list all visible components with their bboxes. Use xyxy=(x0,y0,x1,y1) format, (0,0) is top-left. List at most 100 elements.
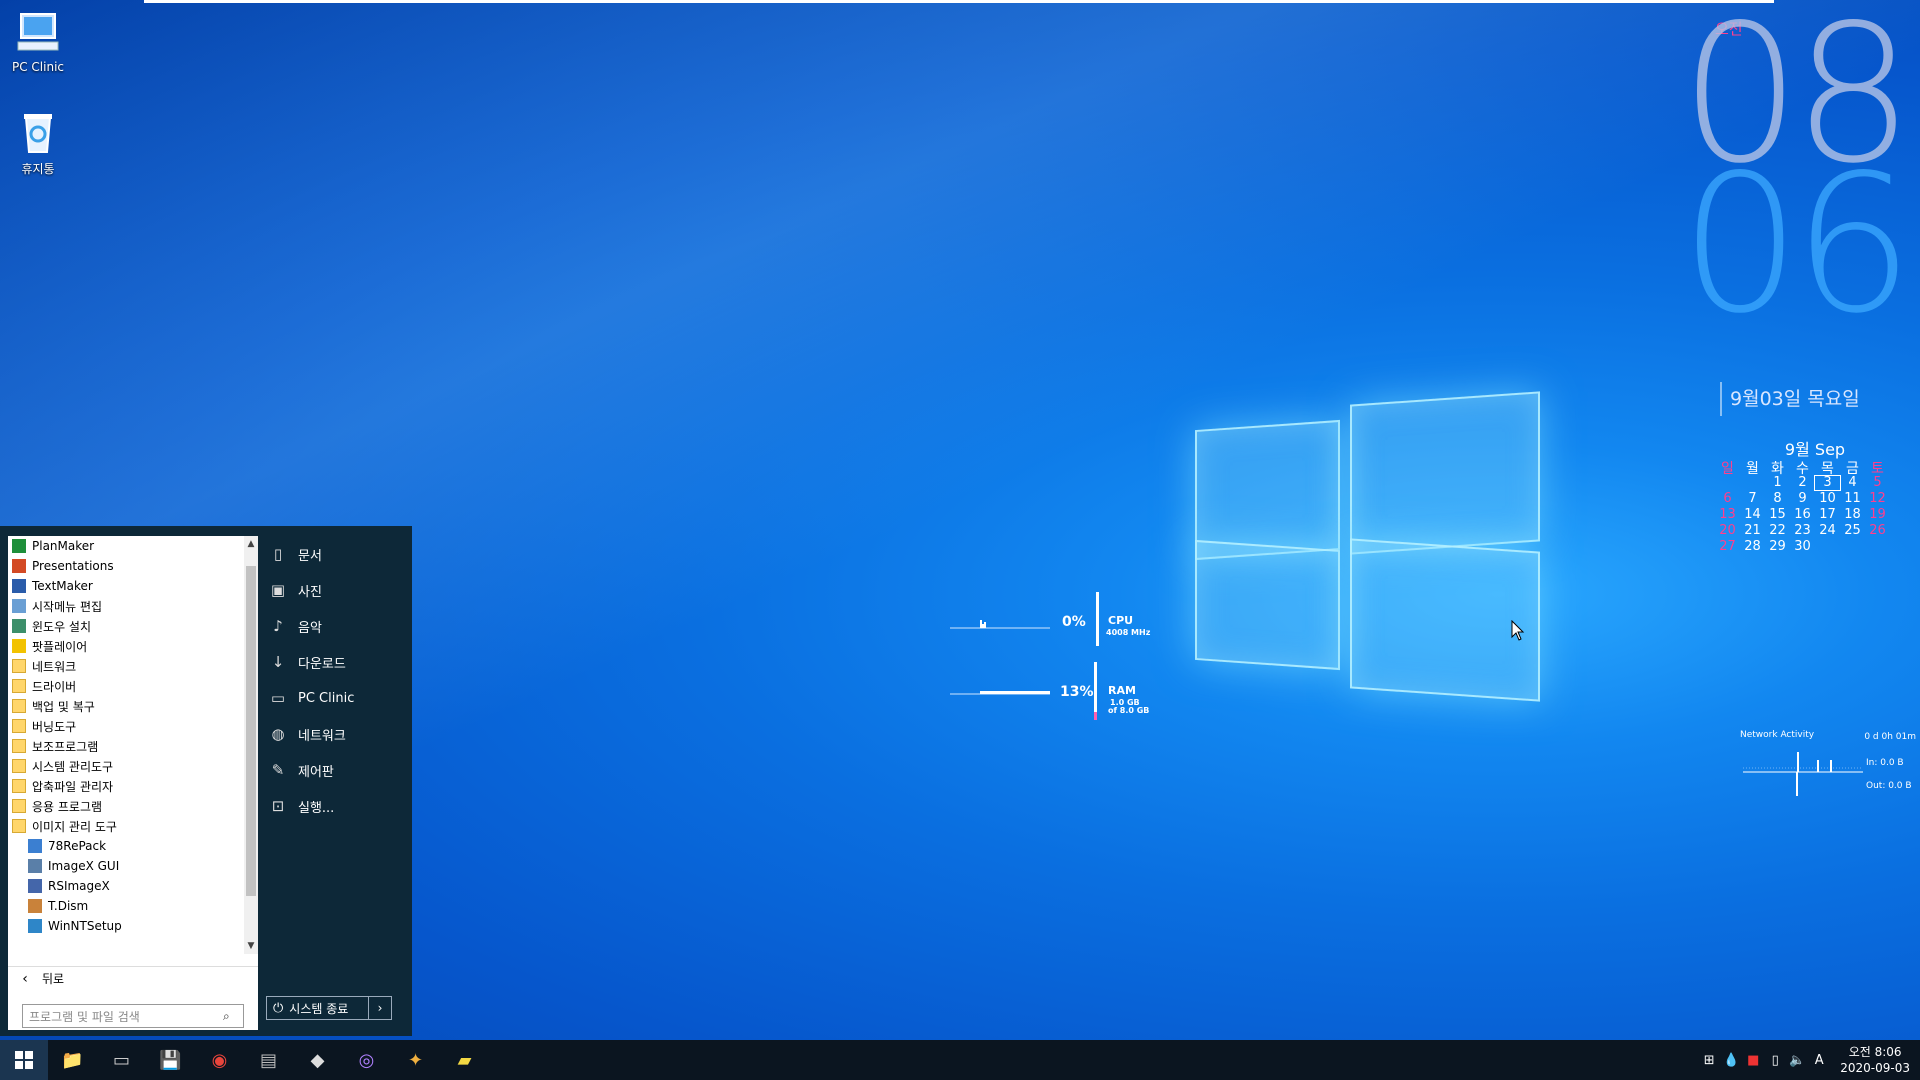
taskbar-app-button[interactable]: ◎ xyxy=(342,1040,391,1080)
calendar-day: 8 xyxy=(1773,491,1782,506)
program-item[interactable]: 78RePack xyxy=(8,836,244,856)
start-menu-link[interactable]: ↓ 다운로드 xyxy=(268,644,408,680)
taskbar-app-button[interactable]: 💾 xyxy=(146,1040,195,1080)
start-menu-link[interactable]: ♪ 음악 xyxy=(268,608,408,644)
logo-pane xyxy=(1195,539,1340,671)
start-menu-link[interactable]: ▭ PC Clinic xyxy=(268,680,408,716)
start-menu-link[interactable]: ▣ 사진 xyxy=(268,572,408,608)
network-out: Out: 0.0 B xyxy=(1866,781,1912,791)
calendar-day: 14 xyxy=(1744,507,1761,522)
calendar-day xyxy=(1815,540,1840,554)
windows-setup-icon xyxy=(12,619,26,633)
start-menu-link-label: 음악 xyxy=(298,620,322,636)
program-item[interactable]: T.Dism xyxy=(8,896,244,916)
program-item[interactable]: 시작메뉴 편집 xyxy=(8,596,244,616)
taskbar-app-button[interactable]: ◆ xyxy=(293,1040,342,1080)
start-menu-link[interactable]: ◍ 네트워크 xyxy=(268,716,408,752)
back-label: 뒤로 xyxy=(42,972,65,986)
disc-burner-icon: ◎ xyxy=(358,1049,375,1071)
rsimagex-icon xyxy=(28,879,42,893)
network-tray-icon[interactable]: ⊞ xyxy=(1698,1053,1720,1068)
scroll-down-icon[interactable]: ▼ xyxy=(244,938,258,954)
program-label: Presentations xyxy=(32,559,114,573)
chrome-icon: ◉ xyxy=(211,1049,228,1071)
calendar-day: 26 xyxy=(1869,523,1886,538)
program-item[interactable]: 응용 프로그램 xyxy=(8,796,244,816)
calendar-day: 7 xyxy=(1748,491,1757,506)
start-menu-link-label: PC Clinic xyxy=(298,690,355,706)
program-list-scrollbar[interactable]: ▲ ▼ xyxy=(244,536,258,954)
program-item[interactable]: 이미지 관리 도구 xyxy=(8,816,244,836)
calendar-weekdays: 일월화수목금토 xyxy=(1715,462,1915,476)
start-button[interactable] xyxy=(0,1040,48,1080)
shutdown-label: 시스템 종료 xyxy=(289,1001,349,1016)
program-item[interactable]: 팟플레이어 xyxy=(8,636,244,656)
taskbar-app-button[interactable]: ✦ xyxy=(391,1040,440,1080)
program-label: ImageX GUI xyxy=(48,859,120,873)
taskbar-apps: 📁 ▭ 💾 ◉ ▤ ◆ ◎ ✦ ▰ xyxy=(48,1040,489,1080)
calendar-day: 19 xyxy=(1869,507,1886,522)
program-item[interactable]: 보조프로그램 xyxy=(8,736,244,756)
program-item[interactable]: 드라이버 xyxy=(8,676,244,696)
start-menu-link[interactable]: ✎ 제어판 xyxy=(268,752,408,788)
program-item[interactable]: 네트워크 xyxy=(8,656,244,676)
taskbar-app-button[interactable]: ▤ xyxy=(244,1040,293,1080)
calendar-day: 16 xyxy=(1794,507,1811,522)
start-menu-link[interactable]: ⊡ 실행... xyxy=(268,788,408,824)
start-menu-left-panel: PlanMaker Presentations TextMaker 시작메뉴 편집 윈도… xyxy=(8,536,258,1030)
program-item[interactable]: RSImageX xyxy=(8,876,244,896)
shutdown-button[interactable]: ⏻ 시스템 종료 xyxy=(267,997,369,1019)
scroll-up-icon[interactable]: ▲ xyxy=(244,536,258,552)
desktop-icon-recycle-bin[interactable]: 휴지통 xyxy=(0,108,76,177)
program-item[interactable]: Presentations xyxy=(8,556,244,576)
program-label: PlanMaker xyxy=(32,539,95,553)
program-item[interactable]: WinNTSetup xyxy=(8,916,244,936)
calendar-day xyxy=(1740,476,1765,490)
calendar-day: 22 xyxy=(1769,523,1786,538)
imagex-icon xyxy=(28,859,42,873)
taskbar-app-button[interactable]: ▭ xyxy=(97,1040,146,1080)
search-input[interactable]: 프로그램 및 파일 검색 ⌕ xyxy=(22,1004,244,1028)
taskbar-app-button[interactable]: ▰ xyxy=(440,1040,489,1080)
volume-icon[interactable]: 🔈 xyxy=(1786,1053,1808,1068)
calendar-day: 24 xyxy=(1819,523,1836,538)
calendar-day: 21 xyxy=(1744,523,1761,538)
cpu-graph xyxy=(950,620,1050,629)
search-placeholder: 프로그램 및 파일 검색 xyxy=(29,1009,140,1024)
taskbar-clock[interactable]: 오전 8:06 2020-09-03 xyxy=(1840,1044,1910,1076)
start-menu-link[interactable]: ▯ 문서 xyxy=(268,536,408,572)
cpu-detail: 4008 MHz xyxy=(1106,628,1151,637)
network-icon: ◍ xyxy=(271,725,285,743)
scroll-thumb[interactable] xyxy=(246,566,256,896)
program-item[interactable]: 시스템 관리도구 xyxy=(8,756,244,776)
taskbar-app-button[interactable]: 📁 xyxy=(48,1040,97,1080)
calendar-weekday: 금 xyxy=(1846,461,1859,477)
ram-percent: 13% xyxy=(1060,684,1094,700)
shutdown-options-button[interactable]: › xyxy=(369,997,391,1019)
calendar-day: 29 xyxy=(1769,539,1786,554)
program-item[interactable]: TextMaker xyxy=(8,576,244,596)
presentations-icon xyxy=(12,559,26,573)
pictures-icon: ▣ xyxy=(270,581,286,599)
cpu-ram-gadget: 0% CPU 4008 MHz 13% RAM 1.0 GB of 8.0 GB xyxy=(950,588,1160,728)
program-item[interactable]: 버닝도구 xyxy=(8,716,244,736)
calendar-weekday: 화 xyxy=(1771,461,1784,477)
chevron-right-icon: › xyxy=(377,1001,383,1015)
color-tray-icon[interactable]: ■ xyxy=(1742,1053,1764,1068)
program-item[interactable]: 윈도우 설치 xyxy=(8,616,244,636)
back-button[interactable]: ‹ 뒤로 xyxy=(8,966,258,990)
program-item[interactable]: PlanMaker xyxy=(8,536,244,556)
ime-indicator[interactable]: A xyxy=(1808,1053,1830,1068)
cpu-bar xyxy=(1096,592,1099,646)
start-menu: PlanMaker Presentations TextMaker 시작메뉴 편집 윈도… xyxy=(0,526,412,1036)
program-item[interactable]: 압축파일 관리자 xyxy=(8,776,244,796)
program-item[interactable]: ImageX GUI xyxy=(8,856,244,876)
program-item[interactable]: 백업 및 복구 xyxy=(8,696,244,716)
desktop-icon-pc-clinic[interactable]: PC Clinic xyxy=(0,8,76,74)
calendar-day: 18 xyxy=(1844,507,1861,522)
battery-tray-icon[interactable]: ▯ xyxy=(1764,1053,1786,1068)
taskbar-app-button[interactable]: ◉ xyxy=(195,1040,244,1080)
program-label: WinNTSetup xyxy=(48,919,122,933)
droplet-tray-icon[interactable]: 💧 xyxy=(1720,1053,1742,1068)
calendar-weekday: 수 xyxy=(1796,461,1809,477)
